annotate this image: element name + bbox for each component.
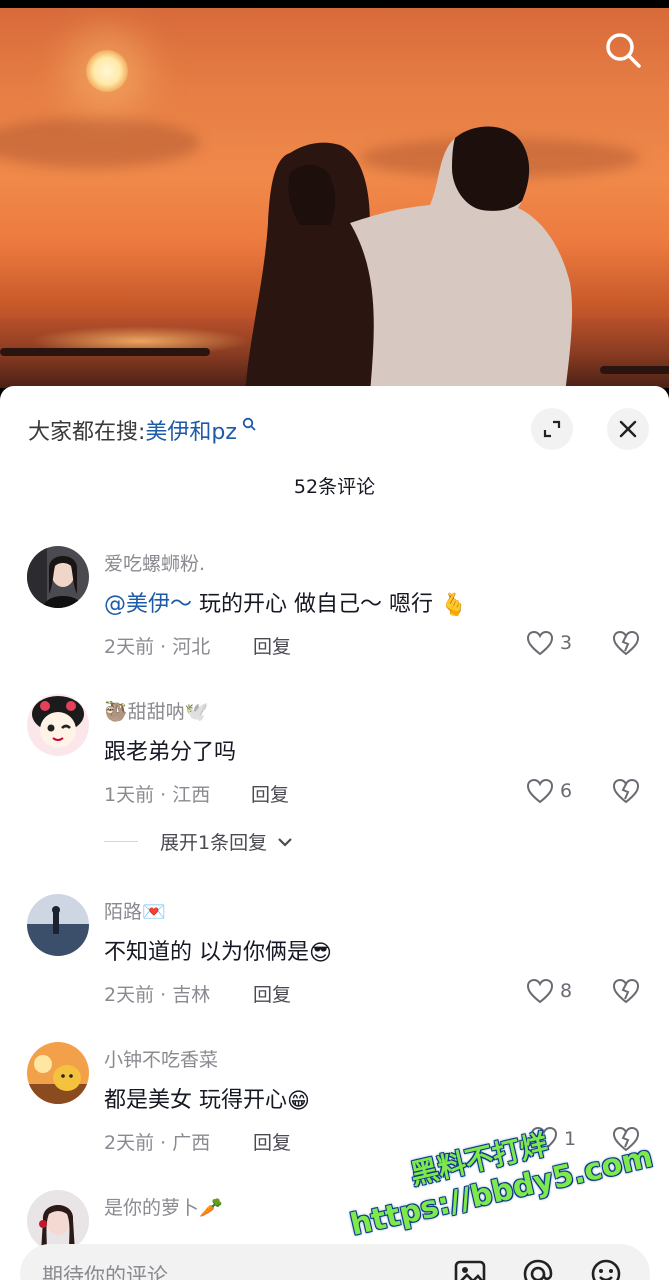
like-count: 3	[560, 632, 573, 654]
broken-heart-icon	[612, 1126, 640, 1152]
at-icon	[523, 1259, 553, 1280]
cloud	[0, 118, 200, 168]
heart-icon	[530, 1126, 558, 1152]
dislike-button[interactable]	[612, 630, 640, 660]
comment-username[interactable]: 爱吃螺蛳粉.	[104, 549, 205, 576]
reply-button[interactable]: 回复	[251, 780, 289, 807]
like-button[interactable]: 1	[530, 1126, 576, 1152]
comment-meta: 2天前 · 吉林	[104, 984, 211, 1006]
close-icon	[619, 420, 637, 438]
finger-heart-emoji: 🫰	[440, 592, 468, 618]
heart-icon	[526, 630, 554, 656]
reply-button[interactable]: 回复	[253, 1128, 291, 1155]
sun	[86, 50, 128, 92]
heart-icon	[526, 978, 554, 1004]
comment-text: 不知道的 以为你俩是😎	[104, 934, 332, 966]
expand-sheet-button[interactable]	[531, 408, 573, 450]
love-letter-emoji: 💌	[142, 901, 166, 923]
like-button[interactable]: 6	[526, 778, 572, 804]
broken-heart-icon	[612, 978, 640, 1004]
comment-text: 跟老弟分了吗	[104, 740, 237, 765]
comment-body: 不知道的 以为你俩是	[104, 940, 309, 965]
username-text: 甜甜呐	[127, 701, 185, 723]
video-background[interactable]	[0, 8, 669, 388]
comment-input-bar[interactable]: 期待你的评论	[20, 1244, 650, 1280]
people-silhouette	[245, 126, 573, 388]
search-icon	[606, 33, 641, 68]
comment-input-placeholder[interactable]: 期待你的评论	[42, 1260, 168, 1280]
comment-username[interactable]: 🦥甜甜呐🕊️	[104, 697, 208, 724]
search-suggestion[interactable]: 大家都在搜:美伊和pz	[28, 414, 256, 446]
like-button[interactable]: 3	[526, 630, 572, 656]
grin-emoji: 😁	[287, 1088, 310, 1114]
carrot-emoji: 🥕	[199, 1197, 223, 1219]
comment-username[interactable]: 是你的萝卜🥕	[104, 1193, 223, 1220]
railing	[600, 366, 669, 374]
search-button[interactable]	[603, 30, 643, 70]
emoji-button[interactable]	[588, 1256, 624, 1280]
broken-heart-icon	[612, 778, 640, 804]
divider-line	[104, 841, 138, 842]
like-count: 8	[560, 980, 573, 1002]
avatar[interactable]	[27, 894, 89, 956]
dislike-button[interactable]	[612, 1126, 640, 1156]
comment-meta: 2天前 · 广西	[104, 1132, 211, 1154]
close-button[interactable]	[607, 408, 649, 450]
suggestion-prefix: 大家都在搜:	[28, 420, 146, 445]
comment-text: @美伊～ 玩的开心 做自己～ 嗯行 🫰	[104, 586, 467, 618]
smiley-icon	[591, 1259, 621, 1280]
expand-icon	[543, 420, 561, 438]
mention-link[interactable]: @美伊～	[104, 592, 192, 617]
railing	[0, 348, 210, 356]
broken-heart-icon	[612, 630, 640, 656]
comment-meta: 2天前 · 河北	[104, 636, 211, 658]
like-count: 1	[564, 1128, 577, 1150]
comment-body: 都是美女 玩得开心	[104, 1088, 287, 1113]
comment-username[interactable]: 陌路💌	[104, 897, 166, 924]
comment-text: 都是美女 玩得开心😁	[104, 1082, 310, 1114]
avatar[interactable]	[27, 694, 89, 756]
dove-emoji: 🕊️	[184, 701, 209, 723]
search-icon-small	[237, 416, 256, 435]
sunglasses-emoji: 😎	[309, 940, 332, 966]
heart-icon	[526, 778, 554, 804]
reply-button[interactable]: 回复	[253, 632, 291, 659]
username-text: 陌路	[104, 901, 143, 923]
dislike-button[interactable]	[612, 778, 640, 808]
dislike-button[interactable]	[612, 978, 640, 1008]
image-icon	[454, 1260, 486, 1280]
like-count: 6	[560, 780, 573, 802]
expand-replies-button[interactable]: 展开1条回复	[104, 828, 293, 855]
comment-username[interactable]: 小钟不吃香菜	[104, 1045, 218, 1072]
suggestion-keyword[interactable]: 美伊和pz	[145, 420, 237, 445]
avatar[interactable]	[27, 546, 89, 608]
chevron-down-icon	[278, 837, 292, 847]
mention-button[interactable]	[520, 1256, 556, 1280]
expand-replies-label: 展开1条回复	[160, 832, 268, 854]
reply-button[interactable]: 回复	[253, 980, 291, 1007]
avatar[interactable]	[27, 1190, 89, 1252]
like-button[interactable]: 8	[526, 978, 572, 1004]
sloth-emoji: 🦥	[104, 701, 128, 723]
username-text: 是你的萝卜	[104, 1197, 200, 1219]
comment-body: 玩的开心 做自己～ 嗯行	[192, 592, 433, 617]
image-button[interactable]	[452, 1256, 488, 1280]
comment-meta: 1天前 · 江西	[104, 784, 211, 806]
avatar[interactable]	[27, 1042, 89, 1104]
comment-count-title: 52条评论	[293, 476, 376, 498]
comment-sheet: 大家都在搜:美伊和pz 52条评论 爱吃螺蛳粉. @美伊～ 玩的开心 做自己～ …	[0, 386, 669, 1280]
